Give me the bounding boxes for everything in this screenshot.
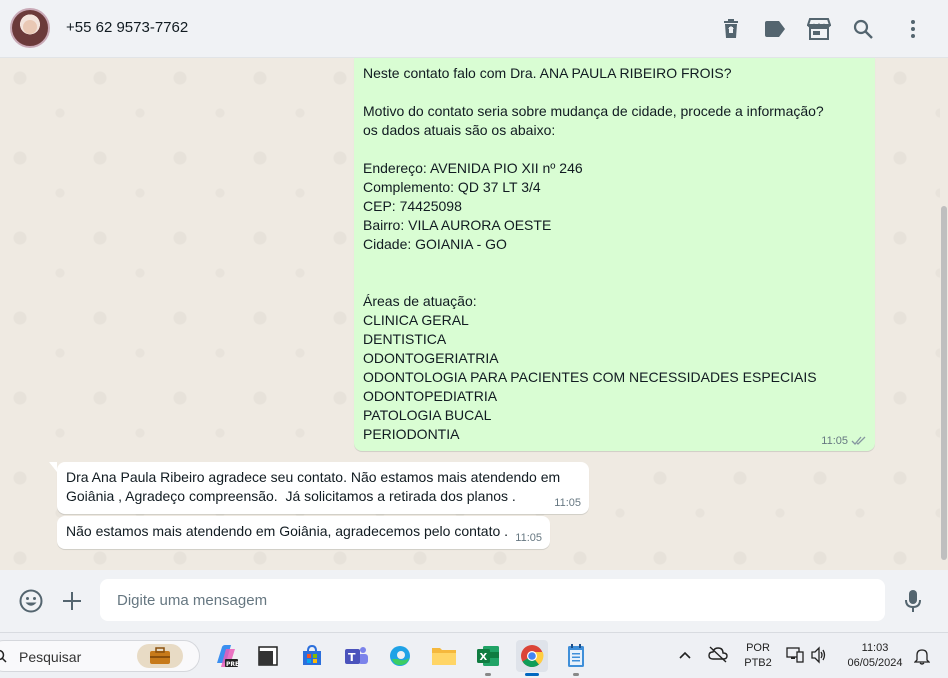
message-line: Endereço: AVENIDA PIO XII nº 246	[363, 160, 583, 176]
incoming-message[interactable]: Dra Ana Paula Ribeiro agradece seu conta…	[49, 462, 589, 514]
network-icon[interactable]	[786, 646, 804, 669]
message-line: Complemento: QD 37 LT 3/4	[363, 179, 541, 195]
windows-taskbar: Pesquisar PRE T X POR PTB2 11:03 06/05/2…	[0, 632, 948, 678]
message-composer	[0, 570, 948, 632]
chrome-icon[interactable]	[516, 640, 548, 676]
excel-icon[interactable]: X	[472, 640, 504, 676]
language-indicator[interactable]: POR PTB2	[740, 641, 776, 671]
clock-time: 11:03	[861, 642, 889, 654]
search-icon[interactable]	[850, 16, 876, 42]
chat-header: +55 62 9573-7762	[0, 0, 948, 58]
message-line: PATOLOGIA BUCAL	[363, 407, 492, 423]
language-code: POR	[746, 642, 770, 654]
keyboard-layout: PTB2	[744, 657, 772, 669]
message-time: 11:05	[554, 497, 581, 509]
message-input[interactable]	[100, 579, 885, 621]
cloud-offline-icon[interactable]	[708, 645, 728, 668]
svg-text:X: X	[480, 652, 488, 663]
message-line: Neste contato falo com Dra. ANA PAULA RI…	[363, 65, 732, 81]
edge-icon[interactable]	[384, 640, 416, 672]
message-line: ODONTOGERIATRIA	[363, 350, 499, 366]
message-line: ODONTOLOGIA PARA PACIENTES COM NECESSIDA…	[363, 369, 817, 385]
message-line	[363, 140, 866, 159]
message-line: Cidade: GOIANIA - GO	[363, 236, 507, 252]
message-line: Goiânia , Agradeço compreensão. Já solic…	[66, 488, 516, 504]
label-icon[interactable]	[762, 16, 788, 42]
message-line	[363, 254, 866, 273]
message-meta: 11:05	[821, 435, 867, 447]
search-icon	[0, 649, 7, 663]
chevron-up-icon[interactable]	[678, 647, 692, 665]
message-time: 11:05	[515, 532, 542, 544]
emoji-icon[interactable]	[17, 587, 45, 615]
more-vertical-icon[interactable]	[900, 16, 926, 42]
folder-icon[interactable]	[428, 640, 460, 672]
svg-text:T: T	[348, 651, 356, 664]
message-line: os dados atuais são os abaixo:	[363, 122, 556, 138]
microphone-icon[interactable]	[899, 587, 927, 615]
taskbar-clock[interactable]: 11:03 06/05/2024	[840, 641, 910, 671]
message-line	[363, 273, 866, 292]
search-label: Pesquisar	[19, 649, 82, 665]
message-line: Áreas de atuação:	[363, 293, 477, 309]
contact-name[interactable]: +55 62 9573-7762	[66, 19, 188, 36]
taskbar-search[interactable]: Pesquisar	[0, 640, 200, 672]
double-check-icon	[851, 436, 866, 445]
notification-bell-icon[interactable]	[913, 647, 931, 670]
trash-icon[interactable]	[718, 16, 744, 42]
outgoing-message[interactable]: Neste contato falo com Dra. ANA PAULA RI…	[354, 58, 875, 451]
scrollbar-thumb[interactable]	[941, 206, 947, 560]
message-line: Motivo do contato seria sobre mudança de…	[363, 103, 824, 119]
store-icon[interactable]	[296, 640, 328, 672]
message-line: DENTISTICA	[363, 331, 447, 347]
incoming-message[interactable]: Não estamos mais atendendo em Goiânia, a…	[57, 516, 550, 549]
window-icon[interactable]	[252, 640, 284, 672]
teams-icon[interactable]: T	[340, 640, 372, 672]
contact-avatar[interactable]	[10, 8, 50, 48]
running-indicator	[573, 673, 579, 676]
running-indicator	[485, 673, 491, 676]
store-icon[interactable]	[806, 16, 832, 42]
notepad-icon[interactable]	[560, 640, 592, 676]
plus-icon[interactable]	[58, 587, 86, 615]
copilot-icon[interactable]: PRE	[210, 640, 242, 672]
message-line: CEP: 74425098	[363, 198, 462, 214]
message-text: Neste contato falo com Dra. ANA PAULA RI…	[363, 64, 866, 444]
svg-text:PRE: PRE	[226, 661, 239, 668]
message-line: PERIODONTIA	[363, 426, 460, 442]
message-time: 11:05	[821, 435, 848, 447]
active-indicator	[525, 673, 539, 676]
message-line: ODONTOPEDIATRIA	[363, 388, 498, 404]
message-line: CLINICA GERAL	[363, 312, 469, 328]
message-line	[363, 83, 866, 102]
message-line: Não estamos mais atendendo em Goiânia, a…	[66, 523, 509, 539]
message-line: Bairro: VILA AURORA OESTE	[363, 217, 552, 233]
briefcase-icon[interactable]	[137, 644, 183, 668]
message-line: Dra Ana Paula Ribeiro agradece seu conta…	[66, 469, 561, 485]
clock-date: 06/05/2024	[847, 657, 903, 669]
volume-icon[interactable]	[810, 646, 828, 669]
